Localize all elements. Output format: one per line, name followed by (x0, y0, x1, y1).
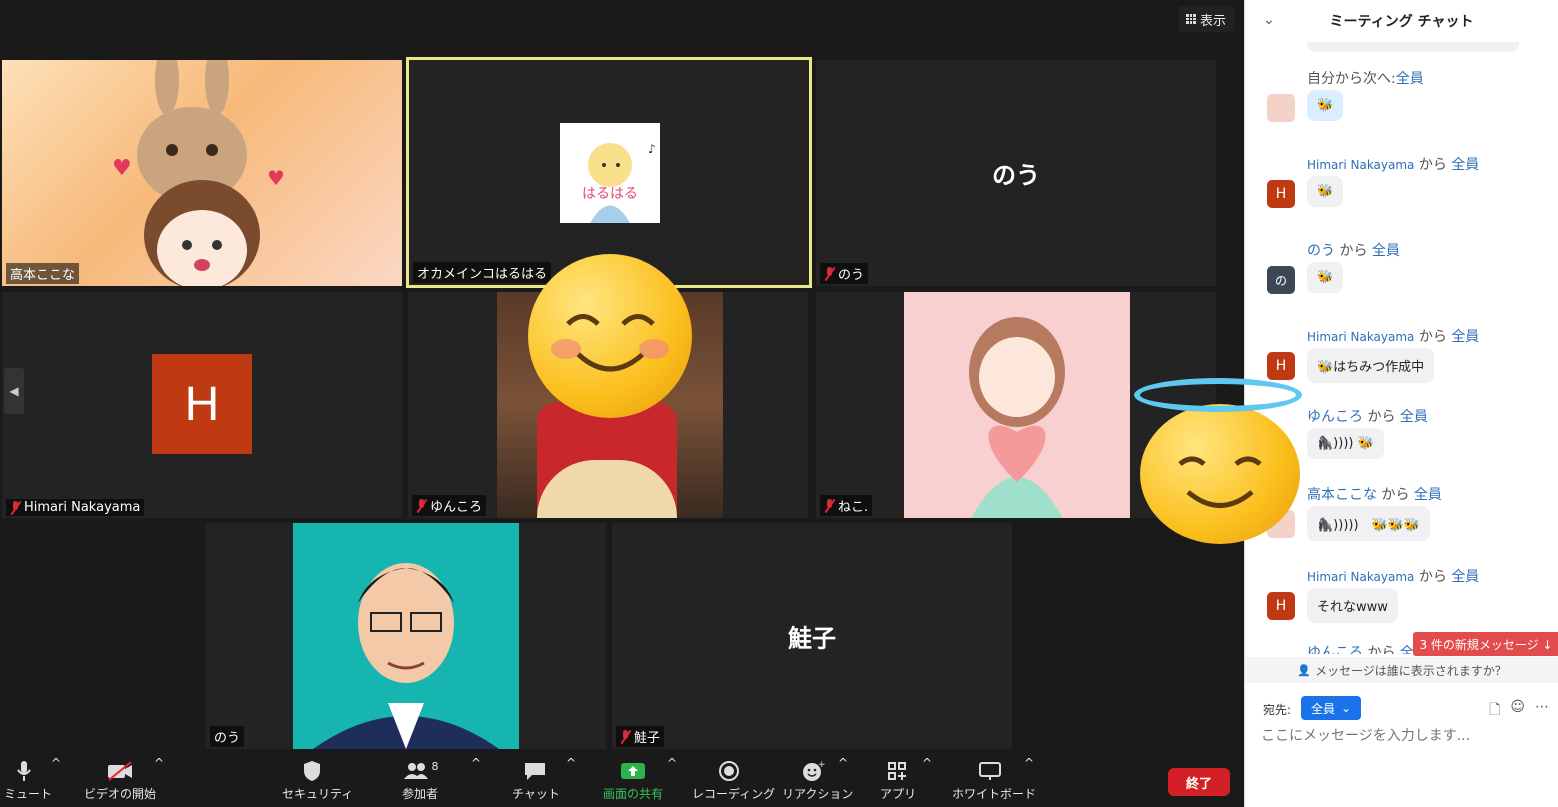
muted-mic-icon (824, 499, 835, 512)
record-button[interactable]: レコーディング (692, 756, 775, 807)
end-meeting-button[interactable]: 終了 (1168, 768, 1230, 796)
girl-heart-illustration (904, 292, 1130, 518)
apps-icon (888, 762, 906, 780)
message-bubble: 🐝はちみつ作成中 (1307, 348, 1435, 383)
chevron-up-icon[interactable]: ^ (1024, 756, 1034, 807)
to-label: 宛先: (1263, 703, 1292, 717)
recipient-select[interactable]: 全員 ⌄ (1301, 696, 1362, 720)
svg-text:♥: ♥ (267, 166, 285, 190)
chat-compose: 宛先: 全員 ⌄ 🗋 ☺ ⋯ (1245, 683, 1558, 807)
chevron-up-icon[interactable]: ^ (838, 756, 848, 807)
video-tile-nou-2[interactable]: のう (206, 523, 606, 749)
chevron-up-icon[interactable]: ^ (922, 756, 932, 807)
svg-text:♥: ♥ (112, 156, 132, 181)
shield-icon (304, 761, 320, 781)
participant-name: のう (210, 726, 245, 747)
view-button[interactable]: 表示 (1178, 6, 1235, 32)
participants-icon (403, 763, 428, 779)
share-screen-button[interactable]: 画面の共有 (598, 756, 668, 807)
chat-bubble-icon (525, 763, 545, 780)
emoji-icon[interactable]: ☺ (1510, 699, 1525, 723)
avatar: H (152, 354, 252, 454)
view-label: 表示 (1200, 13, 1227, 29)
muted-mic-icon (10, 501, 21, 514)
avatar: H (1267, 592, 1295, 620)
chevron-up-icon[interactable]: ^ (667, 756, 677, 807)
halo-smiling-emoji-sticker (1140, 404, 1300, 544)
chevron-up-icon[interactable]: ^ (154, 756, 164, 807)
svg-text:+: + (818, 760, 825, 770)
avatar: の (1267, 266, 1295, 294)
participant-name: のう (820, 263, 869, 284)
video-tile-nou[interactable]: のう のう (816, 60, 1216, 286)
muted-mic-icon (620, 730, 631, 743)
message-visibility-link[interactable]: 👤 メッセージは誰に表示されますか？ (1245, 657, 1558, 683)
whiteboard-icon (979, 762, 1001, 780)
chat-title: ミーティング チャット (1329, 14, 1474, 30)
microphone-icon (17, 761, 31, 781)
bird-picture-caption: はるはる (582, 186, 638, 202)
muted-mic-icon (824, 267, 835, 280)
chat-button[interactable]: チャット (512, 756, 560, 807)
message-bubble: 🐝 (1307, 176, 1344, 207)
smiling-emoji-sticker (528, 254, 692, 418)
participant-big-name: 鮭子 (788, 624, 836, 653)
mute-button[interactable]: ミュート (4, 756, 52, 807)
chevron-down-icon: ⌄ (1341, 701, 1352, 715)
chevron-down-icon[interactable]: ⌄ (1263, 12, 1275, 28)
person-icon: 👤 (1297, 663, 1311, 677)
grid-icon (1186, 14, 1196, 24)
start-video-button[interactable]: ビデオの開始 (82, 756, 158, 807)
video-stage: 表示 ♥ ♥ 高本ここな ♪ はるはる オカメインコはるはる のう のう H H… (0, 0, 1244, 807)
participant-name: ねこ. (820, 495, 873, 516)
smile-plus-icon: + (803, 760, 825, 781)
chat-message-input[interactable] (1261, 725, 1541, 747)
message-bubble: 🐝 (1307, 262, 1344, 293)
svg-text:♪: ♪ (648, 142, 656, 156)
share-screen-icon (621, 763, 645, 779)
security-button[interactable]: セキュリティ (282, 756, 353, 807)
whiteboard-button[interactable]: ホワイトボード (952, 756, 1036, 807)
reactions-button[interactable]: + リアクション (782, 756, 853, 807)
avatar: H (1267, 180, 1295, 208)
new-messages-button[interactable]: 3 件の新規メッセージ ↓ (1413, 632, 1558, 656)
message-bubble: 🦍))))) 🐝🐝🐝 (1307, 506, 1431, 541)
chevron-up-icon[interactable]: ^ (566, 756, 576, 807)
bird-picture: ♪ はるはる (560, 123, 660, 223)
chat-messages: 自分から次へ:全員 🐝 Himari Nakayama から 全員 H 🐝 のう… (1245, 42, 1558, 654)
more-icon[interactable]: ⋯ (1535, 699, 1549, 723)
businessman-illustration (293, 523, 519, 749)
avatar: H (1267, 352, 1295, 380)
participants-count: 8 (431, 759, 439, 773)
record-icon (719, 761, 739, 781)
meeting-toolbar: ミュート ^ ビデオの開始 ^ セキュリティ 8 参加者 ^ チャット ^ 画面… (0, 756, 1244, 807)
participant-name: 鮭子 (616, 726, 665, 747)
chevron-up-icon[interactable]: ^ (51, 756, 61, 807)
participant-name: ゆんころ (412, 495, 487, 516)
message-bubble: 🐝 (1307, 90, 1344, 121)
video-off-icon (108, 761, 132, 781)
participant-name: 高本ここな (6, 263, 80, 284)
avatar (1267, 94, 1295, 122)
halo-ring (1134, 378, 1302, 412)
video-tile-himari[interactable]: H Himari Nakayama (2, 292, 402, 518)
message-bubble: 🦍)))) 🐝 (1307, 428, 1384, 459)
video-tile-takamoto[interactable]: ♥ ♥ 高本ここな (2, 60, 402, 286)
participant-big-name: のう (992, 161, 1040, 190)
chevron-up-icon[interactable]: ^ (471, 756, 481, 807)
participants-button[interactable]: 8 参加者 (396, 756, 444, 807)
apps-button[interactable]: アプリ (880, 756, 916, 807)
previous-page-arrow[interactable]: ◀ (4, 368, 24, 414)
video-tile-shakeko[interactable]: 鮭子 鮭子 (612, 523, 1012, 749)
file-icon[interactable]: 🗋 (1489, 699, 1500, 723)
partial-bubble (1307, 42, 1519, 52)
bunny-girl-illustration: ♥ ♥ (112, 60, 285, 286)
chat-header: ⌄ ミーティング チャット (1245, 0, 1558, 42)
message-bubble: それなwww (1307, 588, 1398, 623)
participant-name: Himari Nakayama (6, 499, 145, 516)
muted-mic-icon (416, 499, 427, 512)
